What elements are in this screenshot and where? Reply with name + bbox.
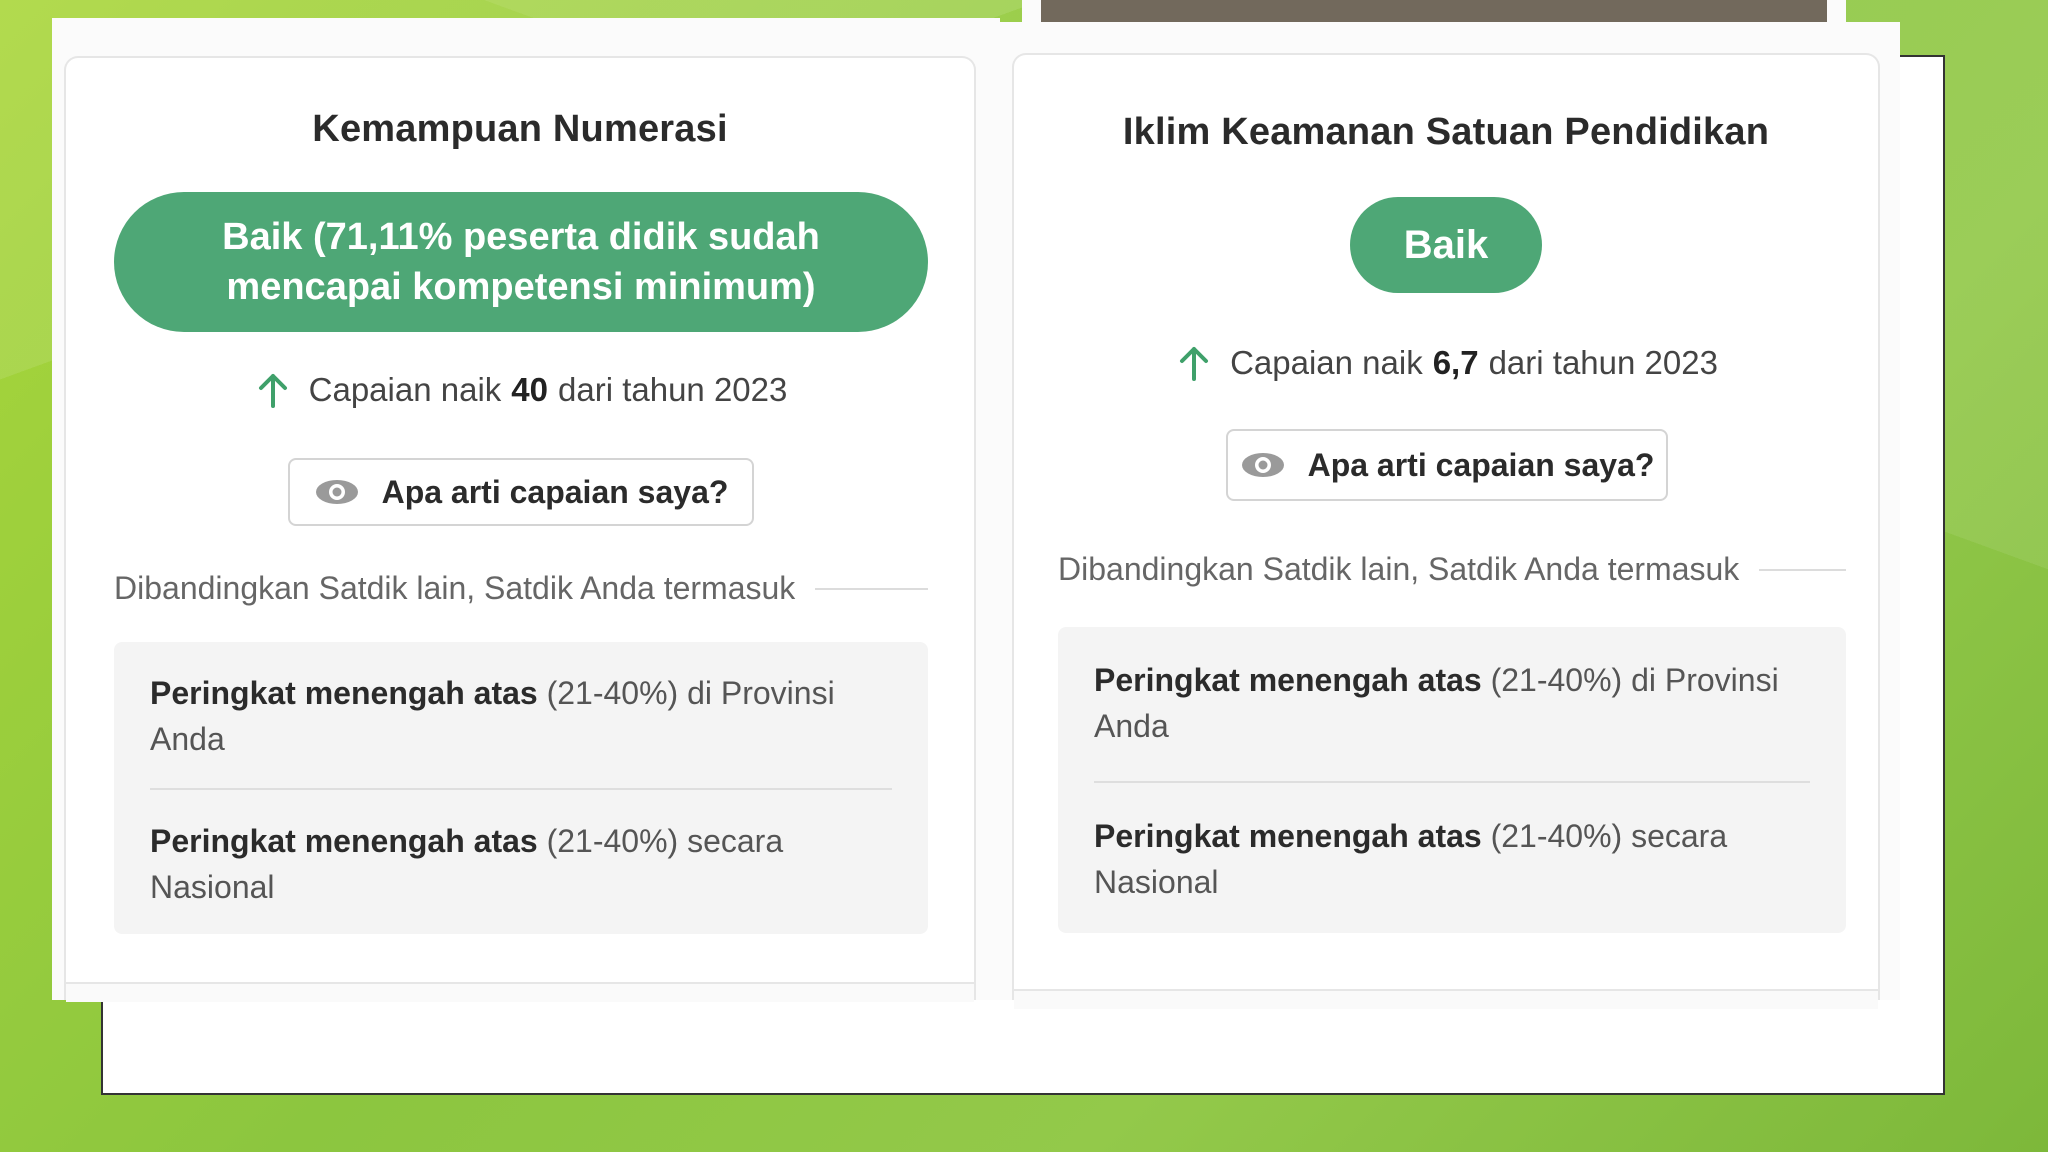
trend-suffix: dari tahun 2023: [1488, 344, 1718, 381]
rank-list: Peringkat menengah atas (21-40%) di Prov…: [1058, 627, 1846, 933]
info-button[interactable]: Apa arti capaian saya?: [1226, 429, 1668, 501]
divider-line: [815, 587, 928, 590]
compare-label: Dibandingkan Satdik lain, Satdik Anda te…: [1058, 551, 1740, 587]
compare-heading: Dibandingkan Satdik lain, Satdik Anda te…: [114, 570, 928, 607]
rank-title: Peringkat menengah atas: [150, 823, 538, 859]
trend-indicator: Capaian naik 40 dari tahun 2023: [66, 370, 974, 410]
rank-divider: [1094, 781, 1810, 783]
compare-label: Dibandingkan Satdik lain, Satdik Anda te…: [114, 570, 796, 606]
header-bar: [1041, 0, 1827, 22]
trend-indicator: Capaian naik 6,7 dari tahun 2023: [1014, 343, 1878, 383]
card-title: Kemampuan Numerasi: [312, 108, 728, 150]
eye-icon: [1241, 453, 1284, 477]
rank-item-nasional: Peringkat menengah atas (21-40%) secara …: [150, 818, 892, 910]
trend-suffix: dari tahun 2023: [558, 371, 788, 408]
card-footer: [66, 982, 974, 1002]
rank-list: Peringkat menengah atas (21-40%) di Prov…: [114, 642, 928, 934]
rank-title: Peringkat menengah atas: [1094, 818, 1482, 854]
arrow-up-icon: [1180, 347, 1209, 381]
rank-title: Peringkat menengah atas: [1094, 662, 1482, 698]
trend-value: 6,7: [1432, 344, 1479, 381]
rank-item-provinsi: Peringkat menengah atas (21-40%) di Prov…: [1094, 657, 1810, 749]
trend-value: 40: [511, 371, 548, 408]
rank-item-nasional: Peringkat menengah atas (21-40%) secara …: [1094, 813, 1810, 905]
rank-title: Peringkat menengah atas: [150, 675, 538, 711]
status-badge: Baik (71,11% peserta didik sudah mencapa…: [114, 192, 928, 332]
trend-prefix: Capaian naik: [1230, 344, 1423, 381]
divider-line: [1759, 568, 1846, 571]
info-button-label: Apa arti capaian saya?: [1307, 446, 1655, 483]
compare-heading: Dibandingkan Satdik lain, Satdik Anda te…: [1058, 551, 1846, 588]
eye-icon: [315, 480, 358, 504]
rank-divider: [150, 788, 892, 790]
rank-item-provinsi: Peringkat menengah atas (21-40%) di Prov…: [150, 670, 892, 762]
status-badge: Baik: [1350, 197, 1542, 293]
card-title: Iklim Keamanan Satuan Pendidikan: [1122, 111, 1770, 153]
arrow-up-icon: [258, 374, 287, 408]
card-kemampuan-numerasi: Kemampuan Numerasi Baik (71,11% peserta …: [64, 56, 976, 1002]
card-iklim-keamanan: Iklim Keamanan Satuan Pendidikan Baik Ca…: [1012, 53, 1880, 1009]
card-footer: [1014, 989, 1878, 1009]
info-button-label: Apa arti capaian saya?: [381, 473, 729, 510]
info-button[interactable]: Apa arti capaian saya?: [288, 458, 754, 526]
trend-prefix: Capaian naik: [308, 371, 502, 408]
